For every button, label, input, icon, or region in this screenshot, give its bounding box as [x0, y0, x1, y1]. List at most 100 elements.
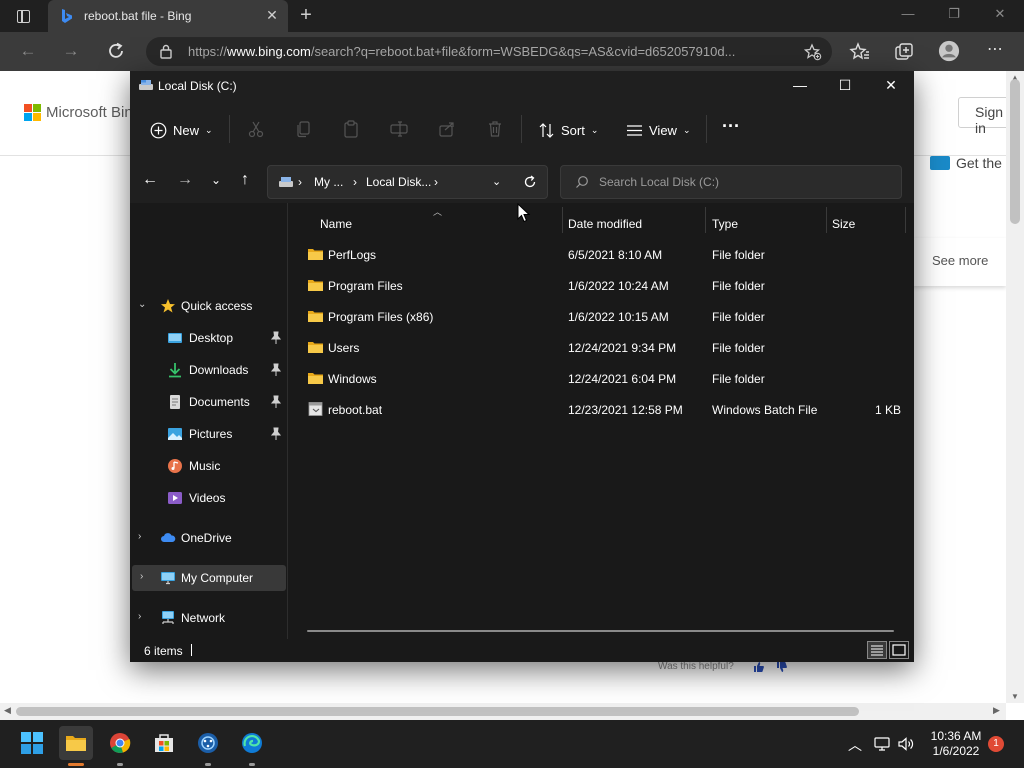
column-header-date-modified[interactable]: Date modified [563, 203, 705, 239]
close-explorer-icon[interactable]: ✕ [881, 77, 901, 95]
explorer-back-icon[interactable]: ← [141, 170, 159, 190]
profile-avatar-icon[interactable] [938, 40, 960, 62]
new-button[interactable]: New ⌄ [150, 119, 213, 141]
file-row-program-files-x86[interactable]: Program Files (x86) 1/6/2022 10:15 AM Fi… [299, 302, 903, 330]
page-vertical-scrollbar[interactable]: ▲ ▼ [1006, 71, 1024, 703]
minimize-explorer-icon[interactable]: — [790, 77, 810, 95]
nav-item-documents[interactable]: Documents [130, 389, 286, 415]
back-icon[interactable]: ← [17, 40, 39, 62]
nav-item-onedrive[interactable]: › OneDrive [130, 525, 286, 551]
view-button[interactable]: View ⌄ [626, 119, 691, 141]
sort-button[interactable]: Sort ⌄ [538, 119, 598, 141]
settings-more-icon[interactable]: ⋯ [984, 39, 1006, 61]
share-icon[interactable] [437, 119, 457, 139]
close-tab-icon[interactable]: ✕ [264, 7, 280, 24]
nav-item-desktop[interactable]: Desktop [130, 325, 286, 351]
pin-icon[interactable] [270, 331, 282, 345]
taskbar-app-blue[interactable] [191, 726, 225, 760]
pin-icon[interactable] [270, 427, 282, 441]
forward-icon[interactable]: → [60, 40, 82, 62]
expand-chevron-right-icon[interactable]: › [138, 531, 150, 542]
refresh-icon[interactable] [105, 40, 127, 62]
nav-item-downloads[interactable]: Downloads [130, 357, 286, 383]
sort-chevron-down-icon: ⌄ [590, 124, 599, 135]
delete-icon[interactable] [485, 119, 505, 139]
nav-item-my-computer[interactable]: › My Computer [132, 565, 286, 591]
see-more-link[interactable]: See more [932, 253, 988, 268]
recent-locations-chevron-icon[interactable]: ⌄ [207, 170, 225, 190]
tab-actions-icon[interactable] [10, 7, 38, 27]
taskbar-edge[interactable] [235, 726, 269, 760]
file-list-horizontal-scrollbar[interactable] [307, 630, 894, 632]
search-box[interactable] [560, 165, 902, 199]
volume-icon[interactable] [897, 735, 915, 753]
maximize-explorer-icon[interactable]: ☐ [835, 77, 855, 95]
show-hidden-icons-chevron-up-icon[interactable]: ︿ [846, 735, 864, 753]
scroll-left-icon[interactable]: ◀ [4, 705, 11, 716]
up-folder-icon[interactable]: ↑ [236, 170, 254, 190]
details-view-icon[interactable] [867, 641, 887, 659]
notification-badge[interactable]: 1 [988, 736, 1004, 752]
file-row-program-files[interactable]: Program Files 1/6/2022 10:24 AM File fol… [299, 271, 903, 299]
copy-icon[interactable] [294, 119, 314, 139]
search-input[interactable] [599, 172, 889, 192]
nav-item-pictures[interactable]: Pictures [130, 421, 286, 447]
horizontal-scroll-thumb[interactable] [16, 707, 859, 716]
pin-icon[interactable] [270, 363, 282, 377]
breadcrumb-history-chevron-icon[interactable]: ⌄ [492, 175, 501, 188]
expand-chevron-down-icon[interactable]: ⌄ [138, 299, 150, 310]
taskbar-chrome[interactable] [103, 726, 137, 760]
pin-icon[interactable] [270, 395, 282, 409]
column-header-size[interactable]: Size [827, 203, 905, 239]
thumbs-up-icon[interactable] [753, 661, 765, 673]
breadcrumb-local-disk[interactable]: Local Disk... [366, 175, 431, 189]
file-explorer-window: Local Disk (C:) — ☐ ✕ New ⌄ Sort ⌄ View … [130, 71, 914, 662]
file-row-reboot-bat[interactable]: reboot.bat 12/23/2021 12:58 PM Windows B… [299, 395, 903, 423]
column-header-type[interactable]: Type [706, 203, 826, 239]
close-browser-icon[interactable]: ✕ [990, 6, 1010, 22]
nav-item-music[interactable]: Music [130, 453, 286, 479]
favorites-icon[interactable] [849, 41, 871, 63]
music-icon [168, 459, 182, 473]
url-field[interactable]: https://www.bing.com/search?q=reboot.bat… [146, 37, 832, 66]
nav-item-network[interactable]: › Network [130, 605, 286, 631]
cut-icon[interactable] [246, 119, 266, 139]
taskbar-file-explorer[interactable] [59, 726, 93, 760]
add-favorite-icon[interactable] [804, 43, 822, 61]
rename-icon[interactable] [389, 119, 409, 139]
scroll-down-icon[interactable]: ▼ [1011, 692, 1019, 701]
see-more-commands-icon[interactable]: ··· [722, 115, 740, 137]
network-tray-icon[interactable] [873, 735, 891, 753]
collections-icon[interactable] [893, 41, 915, 63]
file-row-perflogs[interactable]: PerfLogs 6/5/2021 8:10 AM File folder [299, 240, 903, 268]
scroll-right-icon[interactable]: ▶ [993, 705, 1000, 716]
refresh-folder-icon[interactable] [523, 175, 537, 189]
vertical-scroll-thumb[interactable] [1010, 79, 1020, 224]
explorer-title-bar[interactable]: Local Disk (C:) — ☐ ✕ [130, 71, 914, 101]
nav-item-quick-access[interactable]: ⌄ Quick access [130, 293, 286, 319]
page-horizontal-scrollbar[interactable]: ◀ ▶ [0, 703, 1006, 720]
file-row-windows[interactable]: Windows 12/24/2021 6:04 PM File folder [299, 364, 903, 392]
address-breadcrumb[interactable]: › My ... › Local Disk... › ⌄ [267, 165, 548, 199]
start-button[interactable] [15, 726, 49, 760]
column-divider[interactable] [905, 207, 906, 233]
breadcrumb-separator-icon: › [434, 175, 438, 189]
taskbar-store[interactable] [147, 726, 181, 760]
expand-chevron-right-icon[interactable]: › [138, 611, 150, 622]
batch-file-icon [308, 402, 323, 416]
file-row-users[interactable]: Users 12/24/2021 9:34 PM File folder [299, 333, 903, 361]
nav-item-videos[interactable]: Videos [130, 485, 286, 511]
breadcrumb-my-computer[interactable]: My ... [314, 175, 343, 189]
restore-browser-icon[interactable]: ❐ [944, 6, 964, 22]
get-the-app-link[interactable]: Get the [930, 155, 1002, 171]
explorer-forward-icon[interactable]: → [176, 170, 194, 190]
system-clock[interactable]: 10:36 AM 1/6/2022 [924, 729, 988, 759]
minimize-browser-icon[interactable]: — [898, 6, 918, 21]
expand-chevron-right-icon[interactable]: › [140, 571, 152, 582]
thumbs-down-icon[interactable] [776, 661, 788, 673]
large-icons-view-icon[interactable] [889, 641, 909, 659]
new-tab-icon[interactable]: + [296, 4, 316, 27]
status-divider [191, 644, 192, 656]
paste-icon[interactable] [341, 119, 361, 139]
browser-tab[interactable]: reboot.bat file - Bing ✕ [48, 0, 288, 32]
